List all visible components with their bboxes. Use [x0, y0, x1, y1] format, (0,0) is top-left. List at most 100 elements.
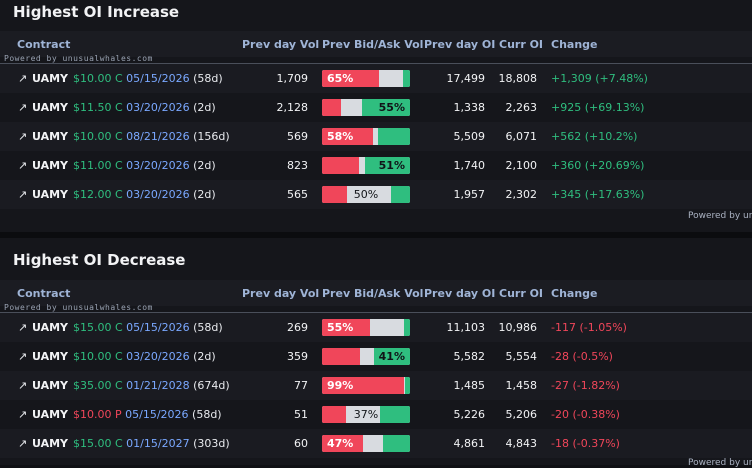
expiry-date: 05/15/2026: [126, 321, 190, 334]
oi-change: +925 (+69.13%): [551, 101, 645, 114]
bid-ask-vol-bar: 99%: [322, 377, 410, 394]
prev-day-oi: 5,582: [453, 350, 486, 363]
ticker[interactable]: UAMY: [32, 159, 68, 172]
contract-cell[interactable]: $11.00 C 03/20/2026 (2d): [73, 159, 216, 172]
strike: $15.00 C: [73, 437, 123, 450]
bid-pct-label: 55%: [327, 321, 354, 334]
contract-cell[interactable]: $10.00 C 08/21/2026 (156d): [73, 130, 230, 143]
expiry-date: 05/15/2026: [126, 72, 190, 85]
oi-change: +345 (+17.63%): [551, 188, 645, 201]
curr-oi: 5,554: [505, 350, 538, 363]
ticker[interactable]: UAMY: [32, 379, 68, 392]
trend-arrow-icon: ↗: [18, 159, 28, 172]
table-row[interactable]: ↗ UAMY $10.00 C 03/20/2026 (2d) 359 41% 5,582…: [0, 342, 752, 371]
days-to-expiry: (2d): [193, 350, 216, 363]
prev-day-vol: 77: [294, 379, 308, 392]
contract-cell[interactable]: $10.00 C 05/15/2026 (58d): [73, 72, 223, 85]
prev-day-oi: 5,226: [453, 408, 486, 421]
col-curr-oi[interactable]: Curr OI: [499, 38, 543, 51]
col-prev-vol[interactable]: Prev day Vol: [242, 38, 319, 51]
ask-fill: [402, 70, 410, 87]
col-contract[interactable]: Contract: [17, 38, 70, 51]
ticker[interactable]: UAMY: [32, 188, 68, 201]
ticker[interactable]: UAMY: [32, 321, 68, 334]
curr-oi: 2,100: [505, 159, 538, 172]
days-to-expiry: (58d): [193, 321, 223, 334]
days-to-expiry: (303d): [193, 437, 230, 450]
col-prev-oi[interactable]: Prev day OI: [424, 38, 495, 51]
strike: $10.00 C: [73, 130, 123, 143]
ticker[interactable]: UAMY: [32, 350, 68, 363]
prev-day-oi: 1,338: [453, 101, 486, 114]
col-bidask[interactable]: Prev Bid/Ask Vol: [322, 287, 423, 300]
contract-cell[interactable]: $35.00 C 01/21/2028 (674d): [73, 379, 230, 392]
ask-pct-label: 51%: [378, 159, 405, 172]
powered-by-right[interactable]: Powered by un: [688, 458, 752, 468]
prev-day-oi: 1,957: [453, 188, 486, 201]
contract-cell[interactable]: $10.00 P 05/15/2026 (58d): [73, 408, 222, 421]
powered-by-right[interactable]: Powered by un: [688, 211, 752, 221]
prev-day-vol: 51: [294, 408, 308, 421]
ask-fill: [382, 435, 410, 452]
table-row[interactable]: ↗ UAMY $12.00 C 03/20/2026 (2d) 565 50% 1,957…: [0, 180, 752, 209]
strike: $11.00 C: [73, 159, 123, 172]
col-prev-vol[interactable]: Prev day Vol: [242, 287, 319, 300]
ticker[interactable]: UAMY: [32, 437, 68, 450]
table-row[interactable]: ↗ UAMY $11.50 C 03/20/2026 (2d) 2,128 55% 1,3…: [0, 93, 752, 122]
bid-fill: [322, 348, 360, 365]
col-bidask[interactable]: Prev Bid/Ask Vol: [322, 38, 423, 51]
contract-cell[interactable]: $15.00 C 01/15/2027 (303d): [73, 437, 230, 450]
expiry-date: 05/15/2026: [125, 408, 189, 421]
contract-cell[interactable]: $10.00 C 03/20/2026 (2d): [73, 350, 216, 363]
table-row[interactable]: ↗ UAMY $10.00 P 05/15/2026 (58d) 51 37% 5,226…: [0, 400, 752, 429]
contract-cell[interactable]: $11.50 C 03/20/2026 (2d): [73, 101, 216, 114]
table-row[interactable]: ↗ UAMY $15.00 C 01/15/2027 (303d) 60 47% 4,86…: [0, 429, 752, 458]
table-row[interactable]: ↗ UAMY $35.00 C 01/21/2028 (674d) 77 99% 1,48…: [0, 371, 752, 400]
trend-arrow-icon: ↗: [18, 188, 28, 201]
oi-change: +562 (+10.2%): [551, 130, 638, 143]
bid-ask-vol-bar: 50%: [322, 186, 410, 203]
powered-by-watermark: Powered by unusualwhales.com: [4, 54, 153, 63]
bid-fill: [322, 99, 342, 116]
col-prev-oi[interactable]: Prev day OI: [424, 287, 495, 300]
oi-change: -27 (-1.82%): [551, 379, 620, 392]
expiry-date: 03/20/2026: [126, 159, 190, 172]
contract-cell[interactable]: $12.00 C 03/20/2026 (2d): [73, 188, 216, 201]
bid-ask-vol-bar: 41%: [322, 348, 410, 365]
table-row[interactable]: ↗ UAMY $11.00 C 03/20/2026 (2d) 823 51% 1,740…: [0, 151, 752, 180]
ticker[interactable]: UAMY: [32, 408, 68, 421]
table-row[interactable]: ↗ UAMY $10.00 C 08/21/2026 (156d) 569 58% 5,5…: [0, 122, 752, 151]
col-curr-oi[interactable]: Curr OI: [499, 287, 543, 300]
ticker[interactable]: UAMY: [32, 101, 68, 114]
ticker[interactable]: UAMY: [32, 130, 68, 143]
prev-day-vol: 2,128: [276, 101, 309, 114]
ask-pct-label: 41%: [378, 350, 405, 363]
mid-pct-label: 50%: [353, 188, 379, 201]
expiry-date: 03/20/2026: [126, 350, 190, 363]
bid-ask-vol-bar: 51%: [322, 157, 410, 174]
bid-ask-vol-bar: 55%: [322, 319, 410, 336]
table-row[interactable]: ↗ UAMY $10.00 C 05/15/2026 (58d) 1,709 65% 17…: [0, 64, 752, 93]
trend-arrow-icon: ↗: [18, 130, 28, 143]
curr-oi: 5,206: [505, 408, 538, 421]
strike: $10.00 P: [73, 408, 122, 421]
ask-pct-label: 55%: [378, 101, 405, 114]
oi-change: -20 (-0.38%): [551, 408, 620, 421]
prev-day-oi: 4,861: [453, 437, 486, 450]
prev-day-vol: 569: [287, 130, 308, 143]
ticker[interactable]: UAMY: [32, 72, 68, 85]
ask-fill: [403, 319, 410, 336]
mid-pct-label: 37%: [353, 408, 379, 421]
col-contract[interactable]: Contract: [17, 287, 70, 300]
days-to-expiry: (2d): [193, 159, 216, 172]
strike: $35.00 C: [73, 379, 123, 392]
bid-ask-vol-bar: 55%: [322, 99, 410, 116]
prev-day-vol: 359: [287, 350, 308, 363]
strike: $11.50 C: [73, 101, 123, 114]
col-change[interactable]: Change: [551, 38, 598, 51]
contract-cell[interactable]: $15.00 C 05/15/2026 (58d): [73, 321, 223, 334]
prev-day-oi: 1,740: [453, 159, 486, 172]
col-change[interactable]: Change: [551, 287, 598, 300]
trend-arrow-icon: ↗: [18, 437, 28, 450]
table-row[interactable]: ↗ UAMY $15.00 C 05/15/2026 (58d) 269 55% 11,1…: [0, 313, 752, 342]
